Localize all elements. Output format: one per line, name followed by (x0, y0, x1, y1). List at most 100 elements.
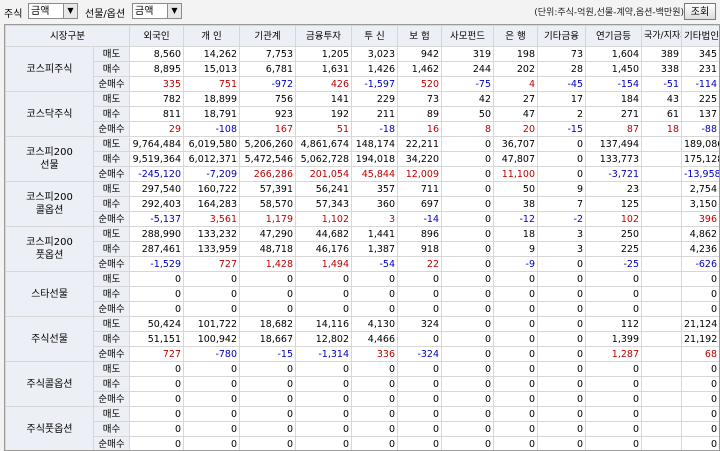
value-cell: 50 (441, 106, 494, 122)
table-row: 매수 0 0 0 0 0 0 0 0 0 0 0 (6, 376, 719, 392)
column-header[interactable]: 금융투자 (295, 25, 352, 47)
row-type-label: 매도 (93, 136, 130, 152)
column-header[interactable]: 보 험 (397, 25, 442, 47)
value-cell: -5,137 (129, 211, 184, 227)
value-cell: 357 (351, 181, 398, 197)
value-cell: -1,529 (129, 256, 184, 272)
table-row: 주식콜옵션 매도 0 0 0 0 0 0 0 0 0 0 0 (5, 361, 719, 407)
value-cell: 42 (441, 91, 494, 107)
value-cell: 0 (129, 301, 184, 317)
column-header[interactable]: 개 인 (183, 25, 240, 47)
column-header[interactable]: 은 행 (493, 25, 538, 47)
value-cell: 287,461 (129, 241, 184, 257)
value-cell: 0 (397, 301, 442, 317)
row-type-label: 순매수 (93, 211, 130, 227)
value-cell: 266,286 (239, 166, 296, 182)
futopt-unit-select[interactable]: 금액 ▼ (132, 3, 182, 19)
value-cell: 0 (585, 406, 642, 422)
value-cell: 1,179 (239, 211, 296, 227)
value-cell (641, 136, 682, 152)
query-button[interactable]: 조회 (684, 3, 716, 20)
value-cell: -154 (585, 76, 642, 92)
value-cell: 0 (239, 421, 296, 437)
value-cell (641, 166, 682, 182)
market-group-label: 코스피200 콜옵션 (5, 181, 94, 227)
column-header[interactable]: 기타금융 (537, 25, 586, 47)
table-row: 코스피200 콜옵션 매도 297,540 160,722 57,391 56,241 35… (5, 181, 719, 227)
value-cell: 3,023 (351, 46, 398, 62)
value-cell: 0 (493, 316, 538, 332)
value-cell: 0 (351, 436, 398, 450)
column-header[interactable]: 국가/지자체 (641, 25, 682, 47)
stock-unit-select[interactable]: 금액 ▼ (28, 3, 78, 19)
investor-trading-grid[interactable]: 시장구분 외국인 개 인 기관계 금융투자 투 신보 험 사모펀드 은 행 기타금융 연기금등 국가… (4, 24, 720, 451)
value-cell: 6,781 (239, 61, 296, 77)
table-row: 주식선물 매도 50,424 101,722 18,682 14,116 4,130 324 0… (5, 316, 719, 362)
column-header[interactable]: 기타법인 (681, 25, 719, 47)
value-cell: 0 (537, 256, 586, 272)
value-cell: 0 (295, 301, 352, 317)
value-cell: 292,403 (129, 196, 184, 212)
value-cell: -9 (493, 256, 538, 272)
table-row: 코스피주식 매도 8,560 14,262 7,753 1,205 3,023 942 319 1… (5, 46, 719, 92)
value-cell: 18 (493, 226, 538, 242)
market-group-label: 코스피200 선물 (5, 136, 94, 182)
column-header[interactable]: 기관계 (239, 25, 296, 47)
value-cell: 0 (537, 346, 586, 362)
value-cell: 0 (441, 301, 494, 317)
row-type-label: 매도 (93, 361, 130, 377)
value-cell (641, 406, 682, 422)
value-cell (641, 211, 682, 227)
column-header[interactable]: 연기금등 (585, 25, 642, 47)
value-cell: -14 (397, 211, 442, 227)
futopt-label: 선물/옵션 (85, 9, 126, 20)
value-cell: 3 (351, 211, 398, 227)
value-cell: 3 (537, 241, 586, 257)
value-cell: 0 (537, 151, 586, 167)
table-row: 주식풋옵션 매도 0 0 0 0 0 0 0 0 0 0 0 (5, 406, 719, 450)
value-cell: 102 (585, 211, 642, 227)
chevron-down-icon[interactable]: ▼ (63, 4, 77, 18)
value-cell (641, 316, 682, 332)
value-cell: 0 (537, 436, 586, 450)
table-header-row: 시장구분 외국인 개 인 기관계 금융투자 투 신보 험 사모펀드 은 행 기타금융 연기금등 국가… (5, 25, 719, 47)
value-cell: 27 (493, 91, 538, 107)
value-cell: -1,597 (351, 76, 398, 92)
value-cell: 0 (493, 361, 538, 377)
value-cell: 18,899 (183, 91, 240, 107)
value-cell: 0 (537, 331, 586, 347)
value-cell: 0 (239, 406, 296, 422)
table-row: 순매수 29 -108 167 51 -18 16 8 20 -15 87 18 -88 (6, 121, 719, 137)
value-cell: 164,283 (183, 196, 240, 212)
value-cell: 1,428 (239, 256, 296, 272)
column-header[interactable]: 사모펀드 (441, 25, 494, 47)
column-header[interactable]: 외국인 (129, 25, 184, 47)
value-cell: 7 (537, 196, 586, 212)
value-cell: 0 (295, 421, 352, 437)
value-cell: 57,343 (295, 196, 352, 212)
table-row: 코스피200 선물 매도 9,764,484 6,019,580 5,206,260 4,… (5, 136, 719, 182)
value-cell: 56,241 (295, 181, 352, 197)
value-cell: 697 (397, 196, 442, 212)
column-header[interactable]: 투 신 (351, 25, 398, 47)
table-row: 매수 8,895 15,013 6,781 1,631 1,426 1,462 244 202 2… (6, 61, 719, 77)
value-cell: 0 (681, 391, 719, 407)
value-cell (641, 271, 682, 287)
chevron-down-icon[interactable]: ▼ (167, 4, 181, 18)
value-cell: 175,128 (681, 151, 719, 167)
value-cell: 0 (441, 361, 494, 377)
row-type-label: 매수 (93, 286, 130, 302)
column-header[interactable]: 시장구분 (5, 25, 130, 47)
value-cell: 0 (441, 166, 494, 182)
table-row: 순매수 727 -780 -15 -1,314 336 -324 0 0 0 1,287 68 (6, 346, 719, 362)
value-cell: 3,150 (681, 196, 719, 212)
value-cell: 0 (239, 376, 296, 392)
value-cell: 14,262 (183, 46, 240, 62)
table-row: 매수 811 18,791 923 192 211 89 50 47 2 271 61 137 (6, 106, 719, 122)
value-cell: 0 (441, 151, 494, 167)
value-cell: 338 (641, 61, 682, 77)
value-cell: 45,844 (351, 166, 398, 182)
value-cell: 319 (441, 46, 494, 62)
value-cell: 1,287 (585, 346, 642, 362)
value-cell: 0 (351, 301, 398, 317)
